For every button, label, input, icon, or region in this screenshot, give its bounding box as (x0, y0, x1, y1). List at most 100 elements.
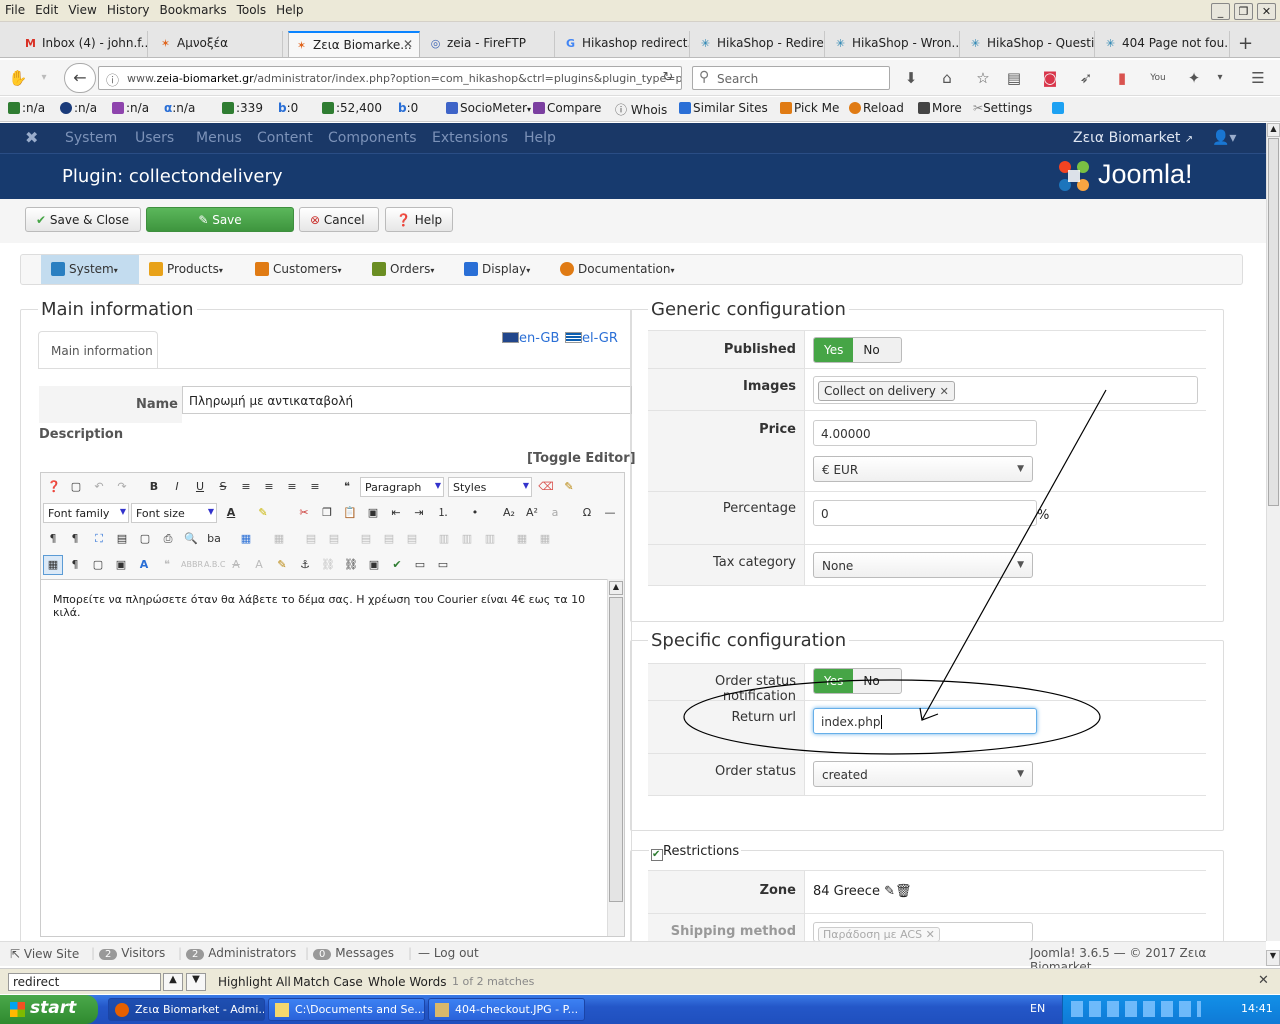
ltr-icon[interactable]: ¶ (43, 529, 63, 549)
tab-hikashop-redirect[interactable]: ✳ HikaShop - Redire... (693, 31, 825, 57)
menu-menus[interactable]: Menus (196, 130, 242, 146)
seo-bing[interactable]: b:0 (278, 101, 298, 115)
no-option[interactable]: No (853, 338, 889, 362)
extension-icon[interactable]: ▮ (1112, 68, 1132, 88)
tab-google-search[interactable]: G Hikashop redirect... (558, 31, 690, 57)
order-status-select[interactable]: created ▼ (813, 761, 1033, 787)
notification-toggle[interactable]: Yes No (813, 668, 902, 694)
underline-icon[interactable]: U (190, 477, 210, 497)
pocket-icon[interactable]: ◙ (1040, 68, 1060, 88)
new-document-icon[interactable]: ▢ (66, 477, 86, 497)
row-before-icon[interactable]: ▤ (356, 529, 376, 549)
visitors-link[interactable]: 2 Visitors (99, 946, 165, 960)
restrictions-checkbox[interactable]: ✔ (651, 849, 663, 861)
print-icon[interactable]: ⎙ (158, 529, 178, 549)
tab-zeia-biomarket[interactable]: ✶ Ζεια Biomarke... ✕ (288, 31, 420, 57)
logout-link[interactable]: — Log out (418, 946, 479, 960)
special-char-icon[interactable]: Ω (577, 503, 597, 523)
tab-fireftp[interactable]: ◎ zeia - FireFTP (423, 31, 555, 57)
lang-en-link[interactable]: en-GB (502, 331, 559, 346)
styles-select[interactable]: Styles ▼ (448, 477, 532, 497)
twitter-button[interactable] (1052, 101, 1066, 115)
menu-edit[interactable]: Edit (30, 0, 63, 17)
seo-compare[interactable]: Compare (533, 101, 601, 115)
whole-words-toggle[interactable]: Whole Words (368, 975, 446, 989)
horizontal-rule-icon[interactable]: — (600, 503, 620, 523)
table-delete-icon[interactable]: ▦ (269, 529, 289, 549)
delete-col-icon[interactable]: ▥ (480, 529, 500, 549)
send-icon[interactable]: ➶ (1076, 68, 1096, 88)
paste-icon[interactable]: 📋 (340, 503, 360, 523)
scroll-thumb[interactable] (1268, 138, 1279, 506)
toggle-editor-link[interactable]: [Toggle Editor] (527, 451, 636, 466)
menu-users[interactable]: Users (135, 130, 174, 146)
seo-dmoz[interactable]: :n/a (112, 101, 149, 115)
copy-icon[interactable]: ❐ (317, 503, 337, 523)
language-indicator[interactable]: EN (1030, 1002, 1045, 1015)
menu-file[interactable]: File (0, 0, 30, 17)
menu-bookmarks[interactable]: Bookmarks (155, 0, 232, 17)
tab-gmail[interactable]: M Inbox (4) - john.f... (18, 31, 148, 57)
images-field[interactable]: Collect on delivery ✕ (813, 376, 1198, 404)
seo-bing-links[interactable]: b:0 (398, 101, 418, 115)
maximize-icon[interactable]: ❐ (1234, 3, 1253, 20)
hikamenu-display[interactable]: Display▾ (464, 262, 530, 276)
del-icon[interactable]: A (226, 555, 246, 575)
remove-tag-icon[interactable]: ✕ (940, 385, 949, 398)
paragraph-select[interactable]: Paragraph ▼ (360, 477, 444, 497)
preview-icon[interactable]: ▢ (135, 529, 155, 549)
site-link[interactable]: Ζεια Biomarket ↗ (1073, 130, 1193, 146)
find-input[interactable]: redirect (8, 973, 161, 991)
save-button[interactable]: ✎ Save (146, 207, 294, 232)
dropdown-icon[interactable]: ▾ (1210, 68, 1230, 88)
save-icon[interactable]: ▣ (111, 555, 131, 575)
no-option[interactable]: No (853, 669, 889, 693)
download-icon[interactable]: ⬇ (901, 68, 921, 88)
menu-components[interactable]: Components (328, 130, 417, 146)
scroll-thumb[interactable] (609, 597, 623, 902)
administrators-link[interactable]: 2 Administrators (186, 946, 296, 960)
seo-reload[interactable]: Reload (849, 101, 904, 115)
scroll-down-icon[interactable]: ▼ (1266, 950, 1280, 966)
outdent-icon[interactable]: ⇤ (386, 503, 406, 523)
hikamenu-system[interactable]: System▾ (51, 262, 118, 276)
scroll-up-icon[interactable]: ▲ (609, 581, 623, 595)
row-props-icon[interactable]: ▤ (301, 529, 321, 549)
close-window-icon[interactable]: ✕ (1257, 3, 1276, 20)
joomla-icon[interactable]: ✖ (25, 128, 38, 147)
menu-content[interactable]: Content (257, 130, 313, 146)
seo-whois[interactable]: ⓘ Whois (615, 101, 667, 118)
spellcheck-icon[interactable]: a (545, 503, 565, 523)
hikamenu-customers[interactable]: Customers▾ (255, 262, 342, 276)
tab-404-page[interactable]: ✳ 404 Page not fou... (1098, 31, 1230, 57)
yes-option[interactable]: Yes (814, 669, 854, 693)
cleanup-icon[interactable]: ✎ (559, 477, 579, 497)
font-family-select[interactable]: Font family ▼ (43, 503, 129, 523)
rtl-icon[interactable]: ¶ (65, 529, 85, 549)
numbered-list-icon[interactable]: ⒈ (433, 503, 453, 523)
menu-view[interactable]: View (63, 0, 101, 17)
paste-text-icon[interactable]: ▣ (363, 503, 383, 523)
name-field[interactable]: Πληρωμή με αντικαταβολή (182, 386, 632, 414)
eraser-icon[interactable]: ⌫ (536, 477, 556, 497)
redo-icon[interactable]: ↷ (112, 477, 132, 497)
insert-file-icon[interactable]: ▢ (88, 555, 108, 575)
menu-help[interactable]: Help (271, 0, 308, 17)
font-size-select[interactable]: Font size ▼ (131, 503, 217, 523)
replace-icon[interactable]: ba (204, 529, 224, 549)
editor-scrollbar[interactable]: ▲ (607, 579, 624, 936)
home-icon[interactable]: ⌂ (937, 68, 957, 88)
align-right-icon[interactable]: ≡ (305, 477, 325, 497)
align-center-icon[interactable]: ≡ (259, 477, 279, 497)
tax-category-select[interactable]: None ▼ (813, 552, 1033, 578)
tray-icons[interactable] (1071, 1001, 1201, 1017)
bullet-list-icon[interactable]: • (465, 503, 485, 523)
user-menu-icon[interactable]: 👤▾ (1212, 130, 1236, 146)
menu-history[interactable]: History (102, 0, 155, 17)
attribs-icon[interactable]: ✎ (272, 555, 292, 575)
pagebreak-icon[interactable]: ▭ (410, 555, 430, 575)
ghost-icon[interactable]: ✦ (1184, 68, 1204, 88)
tab-main-information[interactable]: Main information (38, 331, 158, 369)
image-icon[interactable]: ▣ (364, 555, 384, 575)
editor-content-area[interactable]: Μπορείτε να πληρώσετε όταν θα λάβετε το … (41, 579, 607, 936)
